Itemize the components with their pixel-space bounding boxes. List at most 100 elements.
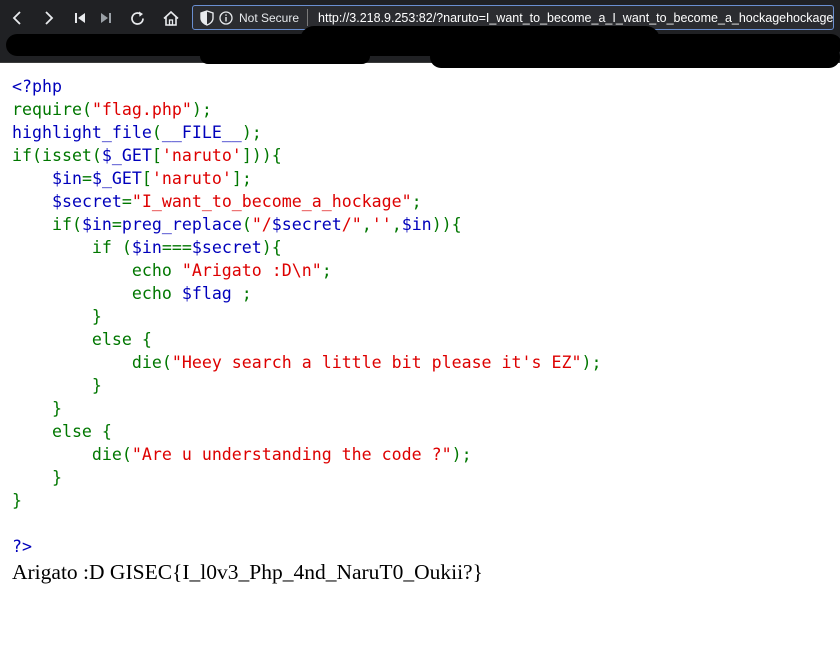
code-token: highlight_file — [12, 123, 152, 142]
code-token: ?> — [12, 537, 32, 556]
code-line: if(isset($_GET['naruto'])){ — [12, 144, 601, 167]
code-token: ); — [191, 100, 212, 119]
code-token: <?php — [12, 77, 62, 96]
code-line: <?php — [12, 75, 601, 98]
code-token: } — [12, 399, 62, 418]
code-token: else { — [12, 422, 112, 441]
code-token: ( — [241, 215, 252, 234]
code-token: echo — [12, 261, 182, 280]
code-line: echo "Arigato :D\n"; — [12, 259, 601, 282]
flag-output: Arigato :D GISEC{I_l0v3_Php_4nd_NaruT0_O… — [12, 560, 483, 584]
code-line: $in=$_GET['naruto']; — [12, 167, 601, 190]
code-token: echo — [12, 284, 182, 303]
code-token: $_GET — [91, 169, 142, 188]
code-token: ( — [151, 123, 162, 142]
code-line: die("Are u understanding the code ?"); — [12, 443, 601, 466]
forward-icon[interactable] — [40, 6, 58, 30]
code-token: $in — [131, 238, 162, 257]
code-token: if(isset( — [12, 146, 102, 165]
code-token: === — [161, 238, 192, 257]
code-token: $in — [51, 169, 82, 188]
code-token: '' — [371, 215, 392, 234]
code-line: } — [12, 397, 601, 420]
code-line: } — [12, 374, 601, 397]
code-token: = — [111, 215, 122, 234]
code-token: ); — [581, 353, 602, 372]
back-icon[interactable] — [8, 6, 26, 30]
code-token: = — [81, 169, 92, 188]
code-line: $secret="I_want_to_become_a_hockage"; — [12, 190, 601, 213]
code-token: "flag.php" — [91, 100, 192, 119]
code-line: ?> — [12, 535, 601, 558]
redaction-mark — [430, 46, 840, 68]
code-token: ; — [321, 261, 332, 280]
code-token: $secret — [191, 238, 262, 257]
code-token: if ( — [12, 238, 132, 257]
code-token: } — [12, 376, 102, 395]
code-line: } — [12, 466, 601, 489]
code-token: "Heey search a little bit please it's EZ… — [171, 353, 582, 372]
code-line: die("Heey search a little bit please it'… — [12, 351, 602, 374]
code-token: "Are u understanding the code ?" — [131, 445, 452, 464]
code-line: else { — [12, 420, 601, 443]
code-token: } — [12, 491, 22, 510]
code-token: )){ — [431, 215, 462, 234]
code-token: die( — [12, 445, 132, 464]
code-token: else { — [12, 330, 152, 349]
code-token: require — [12, 100, 82, 119]
code-token: "/ — [251, 215, 272, 234]
code-token: ]; — [231, 169, 252, 188]
code-token: } — [12, 307, 102, 326]
code-token: } — [12, 468, 62, 487]
skip-back-icon[interactable] — [72, 6, 88, 30]
code-token: $secret — [51, 192, 122, 211]
code-token: ; — [241, 284, 252, 303]
code-token: [ — [141, 169, 152, 188]
code-token: ); — [241, 123, 262, 142]
code-token: "I_want_to_become_a_hockage" — [131, 192, 412, 211]
code-token: __FILE__ — [161, 123, 242, 142]
code-token: $in — [81, 215, 112, 234]
code-token: die( — [12, 353, 172, 372]
code-token: $_GET — [101, 146, 152, 165]
code-token: 'naruto' — [151, 169, 232, 188]
redaction-mark — [200, 48, 370, 64]
code-token: ( — [81, 100, 92, 119]
code-line: } — [12, 489, 601, 512]
php-source-code: <?php require("flag.php"); highlight_file(… — [12, 75, 601, 558]
code-token: [ — [151, 146, 162, 165]
code-line: highlight_file(__FILE__); — [12, 121, 601, 144]
shield-icon[interactable] — [200, 9, 214, 26]
code-token: 'naruto' — [161, 146, 242, 165]
code-token: if( — [12, 215, 82, 234]
not-secure-label: Not Secure — [239, 10, 300, 25]
code-token: ])){ — [241, 146, 282, 165]
code-token: $flag — [181, 284, 242, 303]
code-token: /" — [341, 215, 362, 234]
skip-forward-icon[interactable] — [98, 6, 114, 30]
code-line: echo $flag ; — [12, 282, 601, 305]
code-token: , — [361, 215, 372, 234]
code-token: $secret — [271, 215, 342, 234]
code-token: preg_replace — [121, 215, 242, 234]
home-icon[interactable] — [160, 6, 182, 30]
code-line: require("flag.php"); — [12, 98, 601, 121]
code-token: "Arigato :D\n" — [181, 261, 322, 280]
code-token: = — [121, 192, 132, 211]
code-token: , — [391, 215, 402, 234]
code-line: if ($in===$secret){ — [12, 236, 601, 259]
code-token: ); — [451, 445, 472, 464]
reload-icon[interactable] — [127, 6, 147, 30]
code-token: ){ — [261, 238, 282, 257]
code-line: } — [12, 305, 601, 328]
info-icon[interactable] — [219, 10, 233, 25]
code-token: $in — [401, 215, 432, 234]
code-line: if($in=preg_replace("/$secret/",'',$in))… — [12, 213, 601, 236]
code-line: else { — [12, 328, 601, 351]
url-text[interactable]: http://3.218.9.253:82/?naruto=I_want_to_… — [318, 11, 833, 25]
code-token: ; — [411, 192, 422, 211]
address-separator — [307, 9, 309, 26]
